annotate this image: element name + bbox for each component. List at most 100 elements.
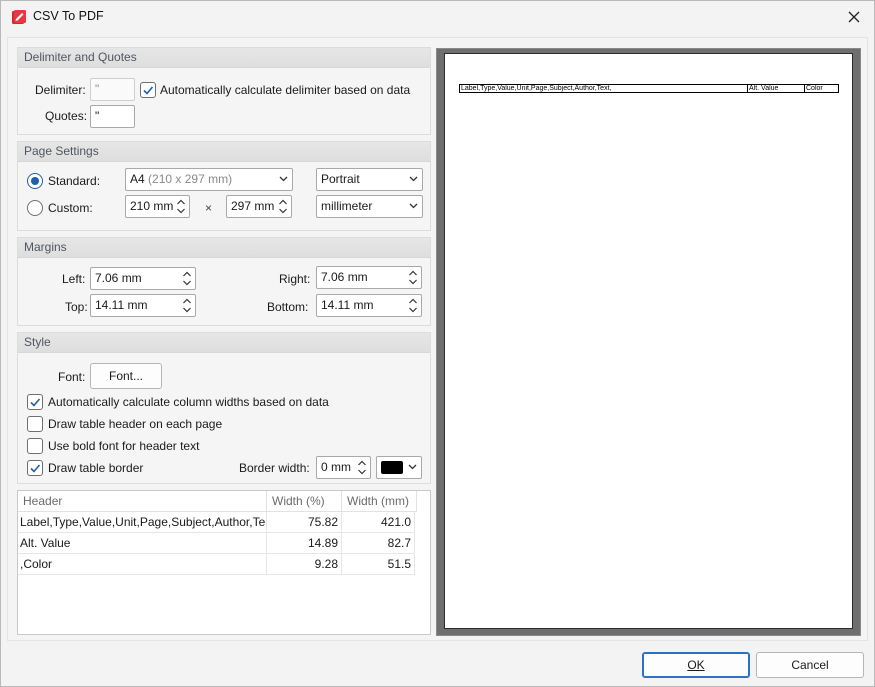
header-each-page-checkbox[interactable] — [27, 416, 43, 432]
group-heading: Style — [18, 333, 430, 353]
table-row[interactable]: Label,Type,Value,Unit,Page,Subject,Autho… — [18, 512, 415, 533]
bottom-margin-input[interactable]: 14.11 mm — [316, 294, 422, 317]
cancel-button[interactable]: Cancel — [756, 652, 864, 678]
cell-width-mm: 51.5 — [342, 554, 415, 574]
spinner-icon[interactable] — [406, 267, 420, 288]
spinner-icon[interactable] — [406, 295, 420, 316]
auto-delimiter-checkbox[interactable] — [140, 82, 156, 98]
group-heading: Margins — [18, 238, 430, 258]
spinner-icon[interactable] — [180, 268, 194, 289]
preview-cell: Color — [806, 85, 823, 92]
checkmark-icon — [30, 398, 41, 407]
custom-width-value: 210 mm — [130, 199, 174, 213]
column-header-header[interactable]: Header — [18, 491, 267, 512]
spinner-icon[interactable] — [355, 457, 369, 478]
right-margin-value: 7.06 mm — [321, 270, 368, 284]
chevron-down-icon — [279, 176, 288, 182]
delimiter-label: Delimiter: — [35, 83, 86, 97]
left-margin-input[interactable]: 7.06 mm — [90, 267, 196, 290]
auto-delimiter-label[interactable]: Automatically calculate delimiter based … — [160, 83, 410, 97]
group-heading: Delimiter and Quotes — [18, 48, 430, 68]
cell-width-pct: 14.89 — [267, 533, 342, 553]
delimiter-quotes-group: Delimiter and Quotes Delimiter: " Automa… — [17, 47, 431, 135]
quotes-label: Quotes: — [45, 109, 88, 123]
pdf-app-icon — [11, 9, 27, 25]
preview-cell: Label,Type,Value,Unit,Page,Subject,Autho… — [460, 85, 748, 92]
cell-width-mm: 82.7 — [342, 533, 415, 553]
column-widths-table[interactable]: Header Width (%) Width (mm) Label,Type,V… — [17, 490, 431, 635]
units-select[interactable]: millimeter — [316, 195, 423, 218]
standard-radio[interactable] — [27, 173, 43, 189]
bottom-margin-label: Bottom: — [267, 300, 309, 314]
auto-widths-checkbox[interactable] — [27, 394, 43, 410]
close-icon[interactable] — [842, 5, 866, 29]
border-width-value: 0 mm — [321, 460, 351, 474]
auto-widths-label[interactable]: Automatically calculate column widths ba… — [48, 395, 329, 409]
page-settings-group: Page Settings Standard: A4 (210 x 297 mm… — [17, 141, 431, 231]
table-row[interactable]: Alt. Value 14.89 82.7 — [18, 533, 415, 554]
table-row[interactable]: ,Color 9.28 51.5 — [18, 554, 415, 575]
color-swatch — [381, 461, 403, 474]
units-value: millimeter — [321, 199, 373, 213]
chevron-down-icon — [409, 176, 418, 182]
group-heading: Page Settings — [18, 142, 430, 162]
right-margin-input[interactable]: 7.06 mm — [316, 266, 422, 289]
cell-width-pct: 9.28 — [267, 554, 342, 574]
standard-label[interactable]: Standard: — [48, 174, 100, 188]
times-sign: × — [205, 201, 213, 215]
title-bar: CSV To PDF — [1, 1, 874, 33]
bold-header-label[interactable]: Use bold font for header text — [48, 439, 199, 453]
paper-size-detail: (210 x 297 mm) — [148, 172, 233, 186]
cancel-label: Cancel — [791, 658, 829, 672]
spinner-icon[interactable] — [180, 295, 194, 316]
checkmark-icon — [143, 86, 154, 95]
cell-width-pct: 75.82 — [267, 512, 342, 532]
ok-button[interactable]: OK — [642, 652, 750, 678]
bold-header-checkbox[interactable] — [27, 438, 43, 454]
font-label: Font: — [58, 370, 86, 384]
cell-width-mm: 421.0 — [342, 512, 415, 532]
window-title: CSV To PDF — [33, 9, 104, 23]
ok-label: OK — [687, 658, 705, 672]
draw-border-label[interactable]: Draw table border — [48, 461, 143, 475]
right-margin-label: Right: — [279, 272, 311, 286]
orientation-select[interactable]: Portrait — [316, 168, 423, 191]
quotes-input[interactable]: " — [90, 105, 135, 128]
top-margin-input[interactable]: 14.11 mm — [90, 294, 196, 317]
top-margin-value: 14.11 mm — [95, 298, 148, 312]
csv-to-pdf-dialog: CSV To PDF Delimiter and Quotes Delimite… — [0, 0, 875, 687]
column-header-width-pct[interactable]: Width (%) — [267, 491, 342, 512]
column-header-width-mm[interactable]: Width (mm) — [342, 491, 417, 512]
left-margin-value: 7.06 mm — [95, 271, 142, 285]
cell-header: Label,Type,Value,Unit,Page,Subject,Autho… — [18, 512, 267, 532]
preview-table-row: Label,Type,Value,Unit,Page,Subject,Autho… — [459, 84, 839, 93]
left-margin-label: Left: — [62, 272, 86, 286]
cell-header: Alt. Value — [18, 533, 267, 553]
header-each-page-label[interactable]: Draw table header on each page — [48, 417, 222, 431]
orientation-value: Portrait — [321, 172, 360, 186]
border-width-input[interactable]: 0 mm — [316, 456, 371, 479]
border-color-picker[interactable] — [376, 456, 422, 479]
custom-height-value: 297 mm — [231, 199, 275, 213]
spinner-icon[interactable] — [276, 196, 290, 217]
draw-border-checkbox[interactable] — [27, 460, 43, 476]
delimiter-input[interactable]: " — [90, 78, 135, 101]
paper-size-value: A4 — [130, 172, 145, 186]
style-group: Style Font: Font... Automatically calcul… — [17, 332, 431, 484]
paper-size-select[interactable]: A4 (210 x 297 mm) — [125, 168, 293, 191]
chevron-down-icon — [408, 464, 417, 470]
custom-height-input[interactable]: 297 mm — [226, 195, 292, 218]
font-button[interactable]: Font... — [90, 363, 162, 389]
preview-cell: Alt. Value — [748, 85, 805, 92]
cell-header: ,Color — [18, 554, 267, 574]
preview-page: Label,Type,Value,Unit,Page,Subject,Autho… — [444, 53, 853, 629]
custom-label[interactable]: Custom: — [48, 201, 93, 215]
custom-radio[interactable] — [27, 200, 43, 216]
pdf-preview: Label,Type,Value,Unit,Page,Subject,Autho… — [436, 48, 861, 636]
custom-width-input[interactable]: 210 mm — [125, 195, 190, 218]
top-margin-label: Top: — [65, 300, 88, 314]
dialog-body: Delimiter and Quotes Delimiter: " Automa… — [7, 37, 868, 641]
spinner-icon[interactable] — [174, 196, 188, 217]
bottom-margin-value: 14.11 mm — [321, 298, 374, 312]
margins-group: Margins Left: 7.06 mm Right: 7.06 mm Top… — [17, 237, 431, 326]
